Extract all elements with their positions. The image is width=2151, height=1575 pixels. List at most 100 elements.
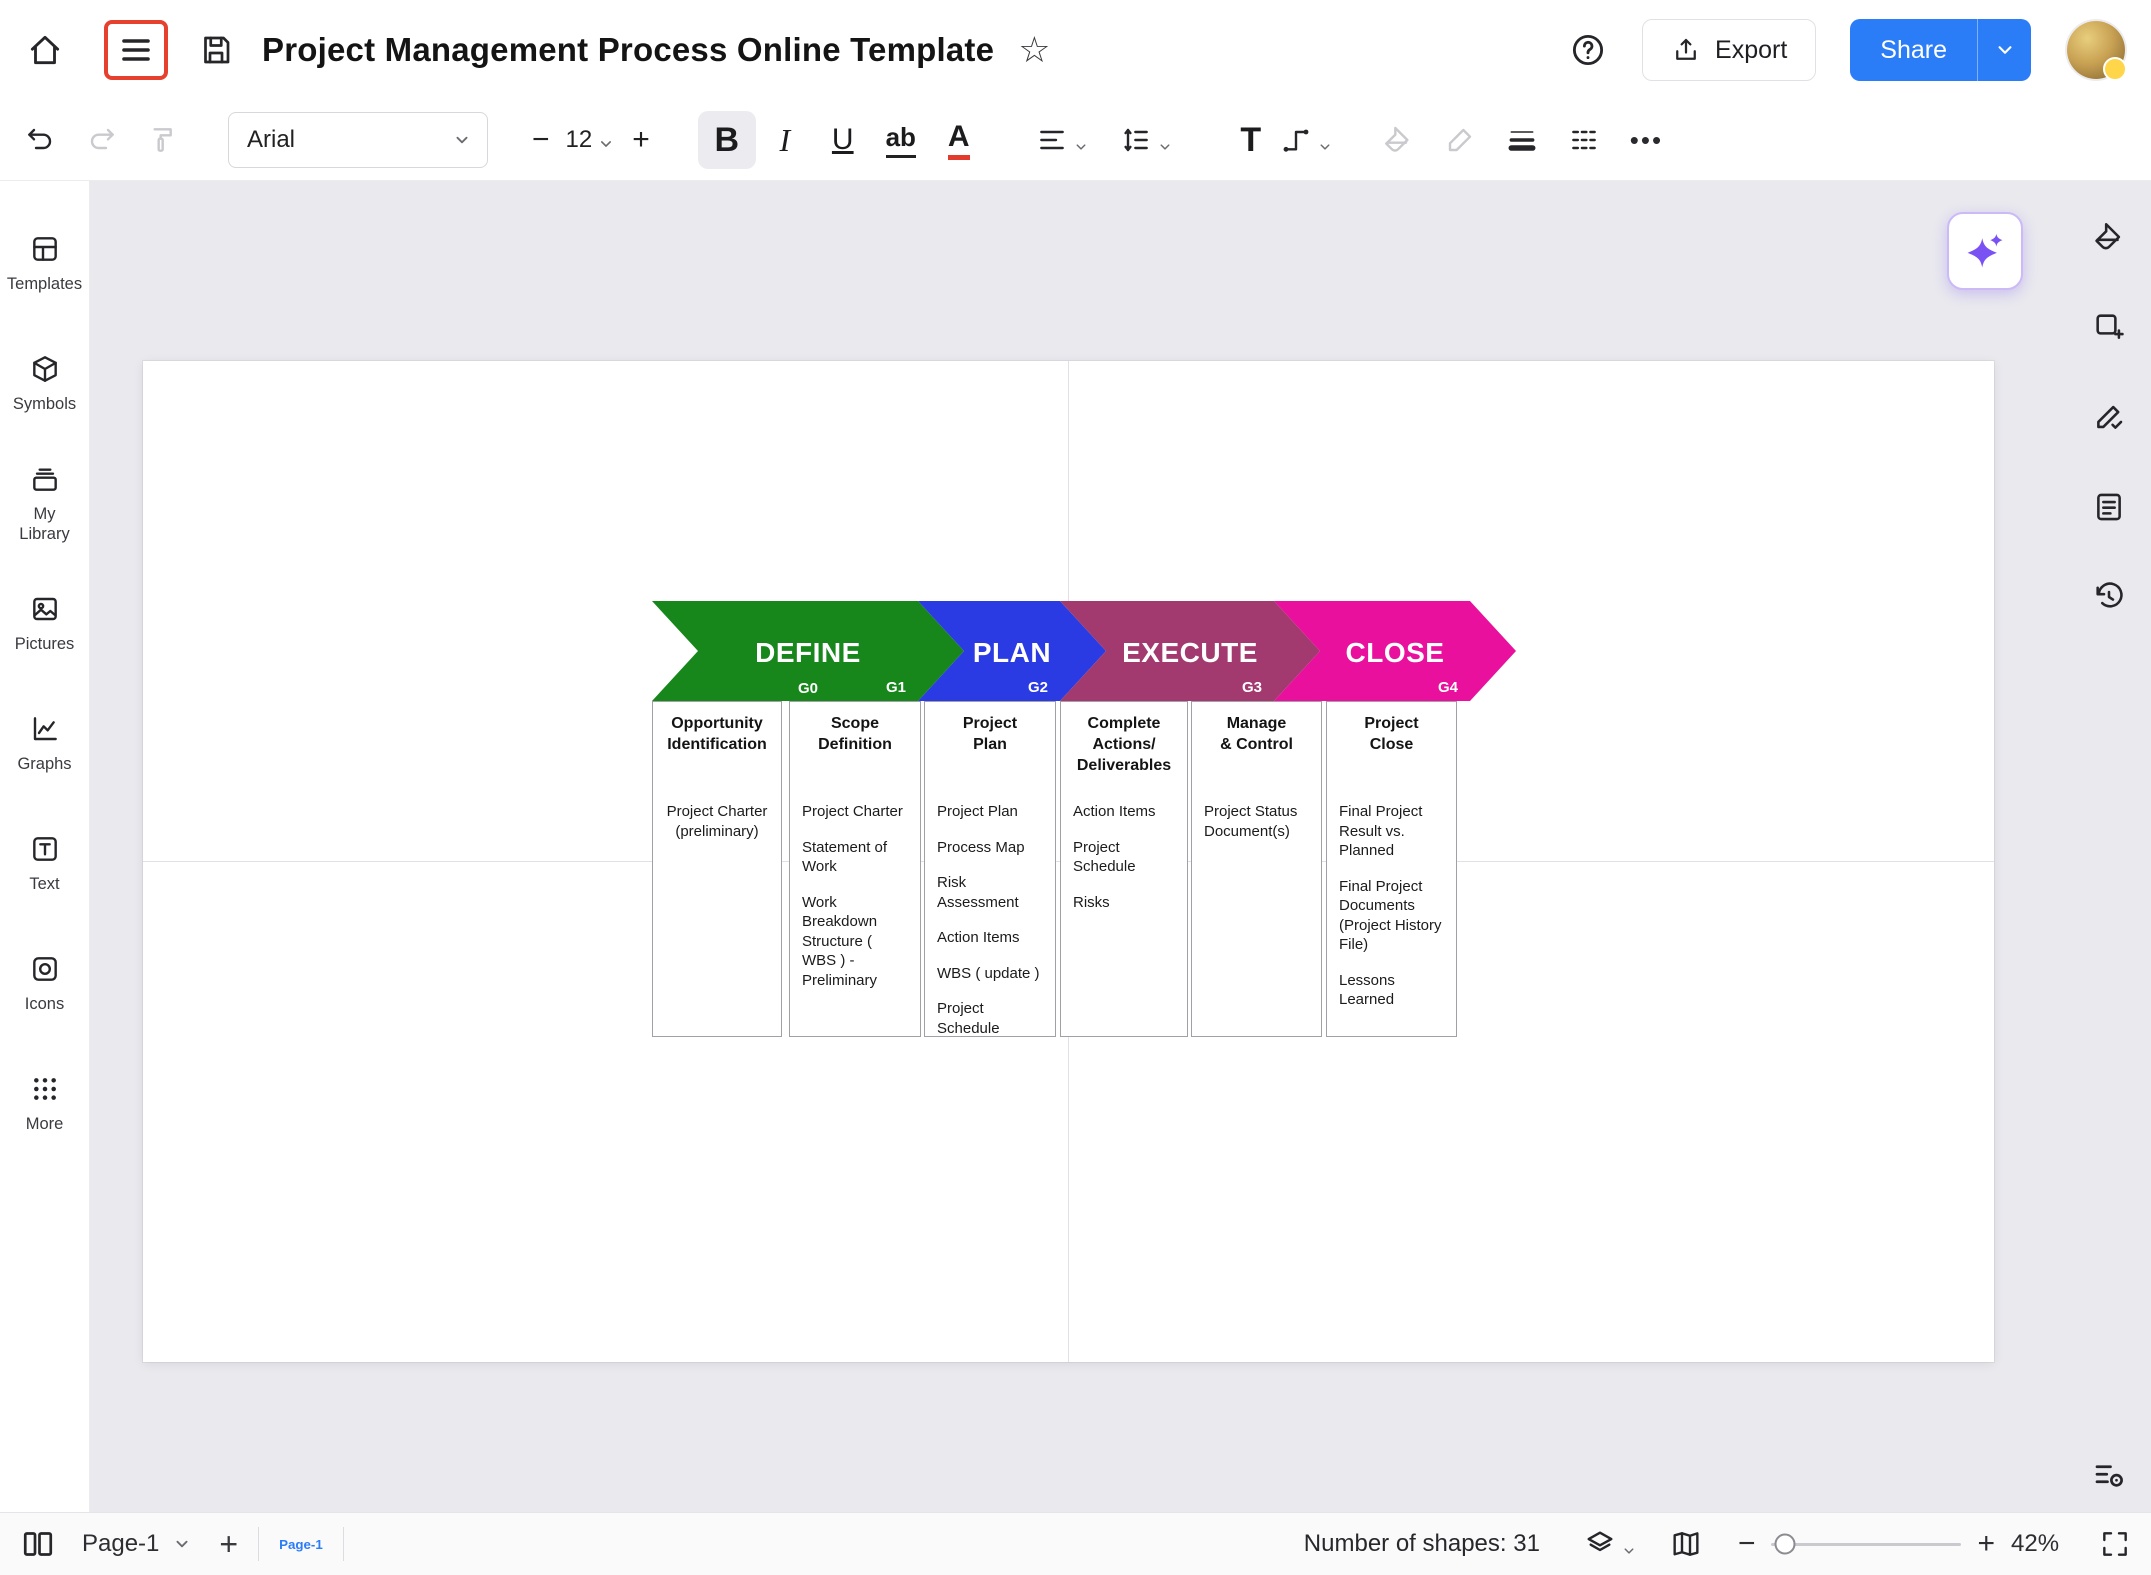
format-toolbar: Arial − 12 + B I U ab A T <box>0 100 2151 181</box>
zoom-out-button[interactable]: − <box>1738 1529 1756 1559</box>
outline-settings-button[interactable] <box>2091 1457 2127 1493</box>
hamburger-menu-button[interactable] <box>118 32 154 68</box>
page-tab-page-1[interactable]: Page-1 <box>279 1537 323 1552</box>
gate-label-g0: G0 <box>798 680 818 697</box>
undo-button[interactable] <box>24 124 56 156</box>
underline-button[interactable]: U <box>814 111 872 169</box>
sidebar-item-icons[interactable]: Icons <box>0 924 89 1044</box>
document-title: Project Management Process Online Templa… <box>262 31 994 69</box>
zoom-slider[interactable] <box>1771 1543 1961 1546</box>
text-tool-button[interactable]: T <box>1222 111 1280 169</box>
font-size-increase-button[interactable]: + <box>632 125 650 155</box>
sidebar-item-text[interactable]: Text <box>0 804 89 924</box>
strikethrough-button[interactable]: ab <box>872 111 930 169</box>
deliverable-item: Process Map <box>937 838 1043 858</box>
font-size-select[interactable]: 12 <box>566 126 617 154</box>
share-split-button: Share <box>1850 19 2031 81</box>
avatar[interactable] <box>2067 21 2125 79</box>
zoom-control: − + 42% <box>1738 1529 2073 1559</box>
line-color-button[interactable] <box>1444 124 1476 156</box>
notes-panel-button[interactable] <box>2092 490 2126 524</box>
font-color-button[interactable]: A <box>930 111 988 169</box>
left-sidebar: Templates Symbols My Library Pictures Gr… <box>0 180 90 1513</box>
canvas-area[interactable]: DEFINE G0 G1 PLAN G2 EXECUTE G3 CLOSE G4 <box>89 180 2151 1513</box>
save-button[interactable] <box>198 32 234 68</box>
favorite-star-button[interactable]: ☆ <box>1018 32 1050 68</box>
column-opportunity-identification[interactable]: Opportunity Identification Project Chart… <box>652 701 782 1037</box>
line-weight-icon <box>1506 124 1538 156</box>
chevron-down-icon <box>596 134 616 154</box>
share-button[interactable]: Share <box>1850 19 1977 81</box>
chevron-down-icon <box>1156 138 1174 156</box>
help-button[interactable] <box>1568 30 1608 70</box>
column-complete-actions-deliverables[interactable]: Complete Actions/ Deliverables Action It… <box>1060 701 1188 1037</box>
column-project-plan[interactable]: Project Plan Project Plan Process Map Ri… <box>924 701 1056 1037</box>
drawing-page[interactable]: DEFINE G0 G1 PLAN G2 EXECUTE G3 CLOSE G4 <box>143 361 1994 1362</box>
sidebar-item-my-library[interactable]: My Library <box>0 444 89 564</box>
font-size-decrease-button[interactable]: − <box>532 125 550 155</box>
export-label: Export <box>1715 36 1787 65</box>
bottom-bar-right-group: Number of shapes: 31 − + 42% <box>1304 1528 2131 1560</box>
deliverable-item: Final Project Result vs. Planned <box>1339 802 1444 861</box>
theme-fill-button[interactable] <box>2092 220 2126 254</box>
sidebar-item-graphs[interactable]: Graphs <box>0 684 89 804</box>
deliverable-item: Action Items <box>937 928 1043 948</box>
chevron-down-icon <box>451 129 473 151</box>
right-tool-rail <box>2067 180 2151 1513</box>
column-project-close[interactable]: Project Close Final Project Result vs. P… <box>1326 701 1457 1037</box>
sidebar-item-symbols[interactable]: Symbols <box>0 324 89 444</box>
header-right-group: Export Share <box>1568 19 2125 81</box>
sidebar-item-templates[interactable]: Templates <box>0 204 89 324</box>
graphs-icon <box>29 713 61 745</box>
sidebar-item-pictures[interactable]: Pictures <box>0 564 89 684</box>
align-left-icon <box>1036 124 1068 156</box>
chevron-down-icon <box>171 1533 193 1555</box>
layers-button[interactable] <box>1584 1528 1638 1560</box>
export-button[interactable]: Export <box>1642 19 1816 81</box>
column-scope-definition[interactable]: Scope Definition Project Charter Stateme… <box>789 701 921 1037</box>
zoom-level-value: 42% <box>2011 1530 2073 1558</box>
text-align-button[interactable] <box>1036 124 1090 156</box>
sidebar-item-more[interactable]: More <box>0 1044 89 1164</box>
outline-list-icon <box>2091 1457 2127 1493</box>
note-icon <box>2092 490 2126 524</box>
home-button[interactable] <box>26 31 64 69</box>
line-weight-button[interactable] <box>1506 124 1538 156</box>
zoom-slider-knob[interactable] <box>1775 1534 1796 1555</box>
insert-frame-icon <box>2092 310 2126 344</box>
pen-icon <box>1444 124 1476 156</box>
insert-shape-button[interactable] <box>2092 310 2126 344</box>
add-page-button[interactable]: + <box>219 1528 238 1560</box>
more-tools-button[interactable]: ••• <box>1630 125 1663 156</box>
deliverable-item: Project Charter (preliminary) <box>665 802 769 841</box>
history-panel-button[interactable] <box>2092 580 2126 614</box>
navigator-map-button[interactable] <box>1670 1528 1702 1560</box>
deliverable-item: Statement of Work <box>802 838 908 877</box>
ai-sparkle-icon <box>1963 229 2007 273</box>
column-manage-control[interactable]: Manage & Control Project Status Document… <box>1191 701 1322 1037</box>
bold-button[interactable]: B <box>698 111 756 169</box>
deliverable-item: Project Schedule <box>937 999 1043 1038</box>
line-spacing-button[interactable] <box>1120 124 1174 156</box>
fill-color-button[interactable] <box>1382 124 1414 156</box>
line-style-button[interactable] <box>1568 124 1600 156</box>
share-dropdown-button[interactable] <box>1977 19 2031 81</box>
font-family-select[interactable]: Arial <box>228 112 488 168</box>
deliverable-item: WBS ( update ) <box>937 964 1043 984</box>
pages-panel-button[interactable] <box>20 1526 56 1562</box>
redo-button[interactable] <box>86 124 118 156</box>
ai-assistant-button[interactable] <box>1947 212 2023 290</box>
style-brush-button[interactable] <box>2092 400 2126 434</box>
italic-button[interactable]: I <box>756 111 814 169</box>
page-selector-value: Page-1 <box>82 1530 159 1558</box>
phase-define[interactable]: DEFINE G0 G1 <box>652 601 964 701</box>
connector-tool-button[interactable] <box>1280 124 1334 156</box>
divider <box>343 1527 344 1561</box>
format-painter-button[interactable] <box>148 124 180 156</box>
page-selector-dropdown[interactable]: Page-1 <box>82 1530 193 1558</box>
fullscreen-button[interactable] <box>2099 1528 2131 1560</box>
line-spacing-icon <box>1120 124 1152 156</box>
dashed-line-icon <box>1568 124 1600 156</box>
zoom-in-button[interactable]: + <box>1977 1529 1995 1559</box>
chevron-down-icon <box>1620 1542 1638 1560</box>
